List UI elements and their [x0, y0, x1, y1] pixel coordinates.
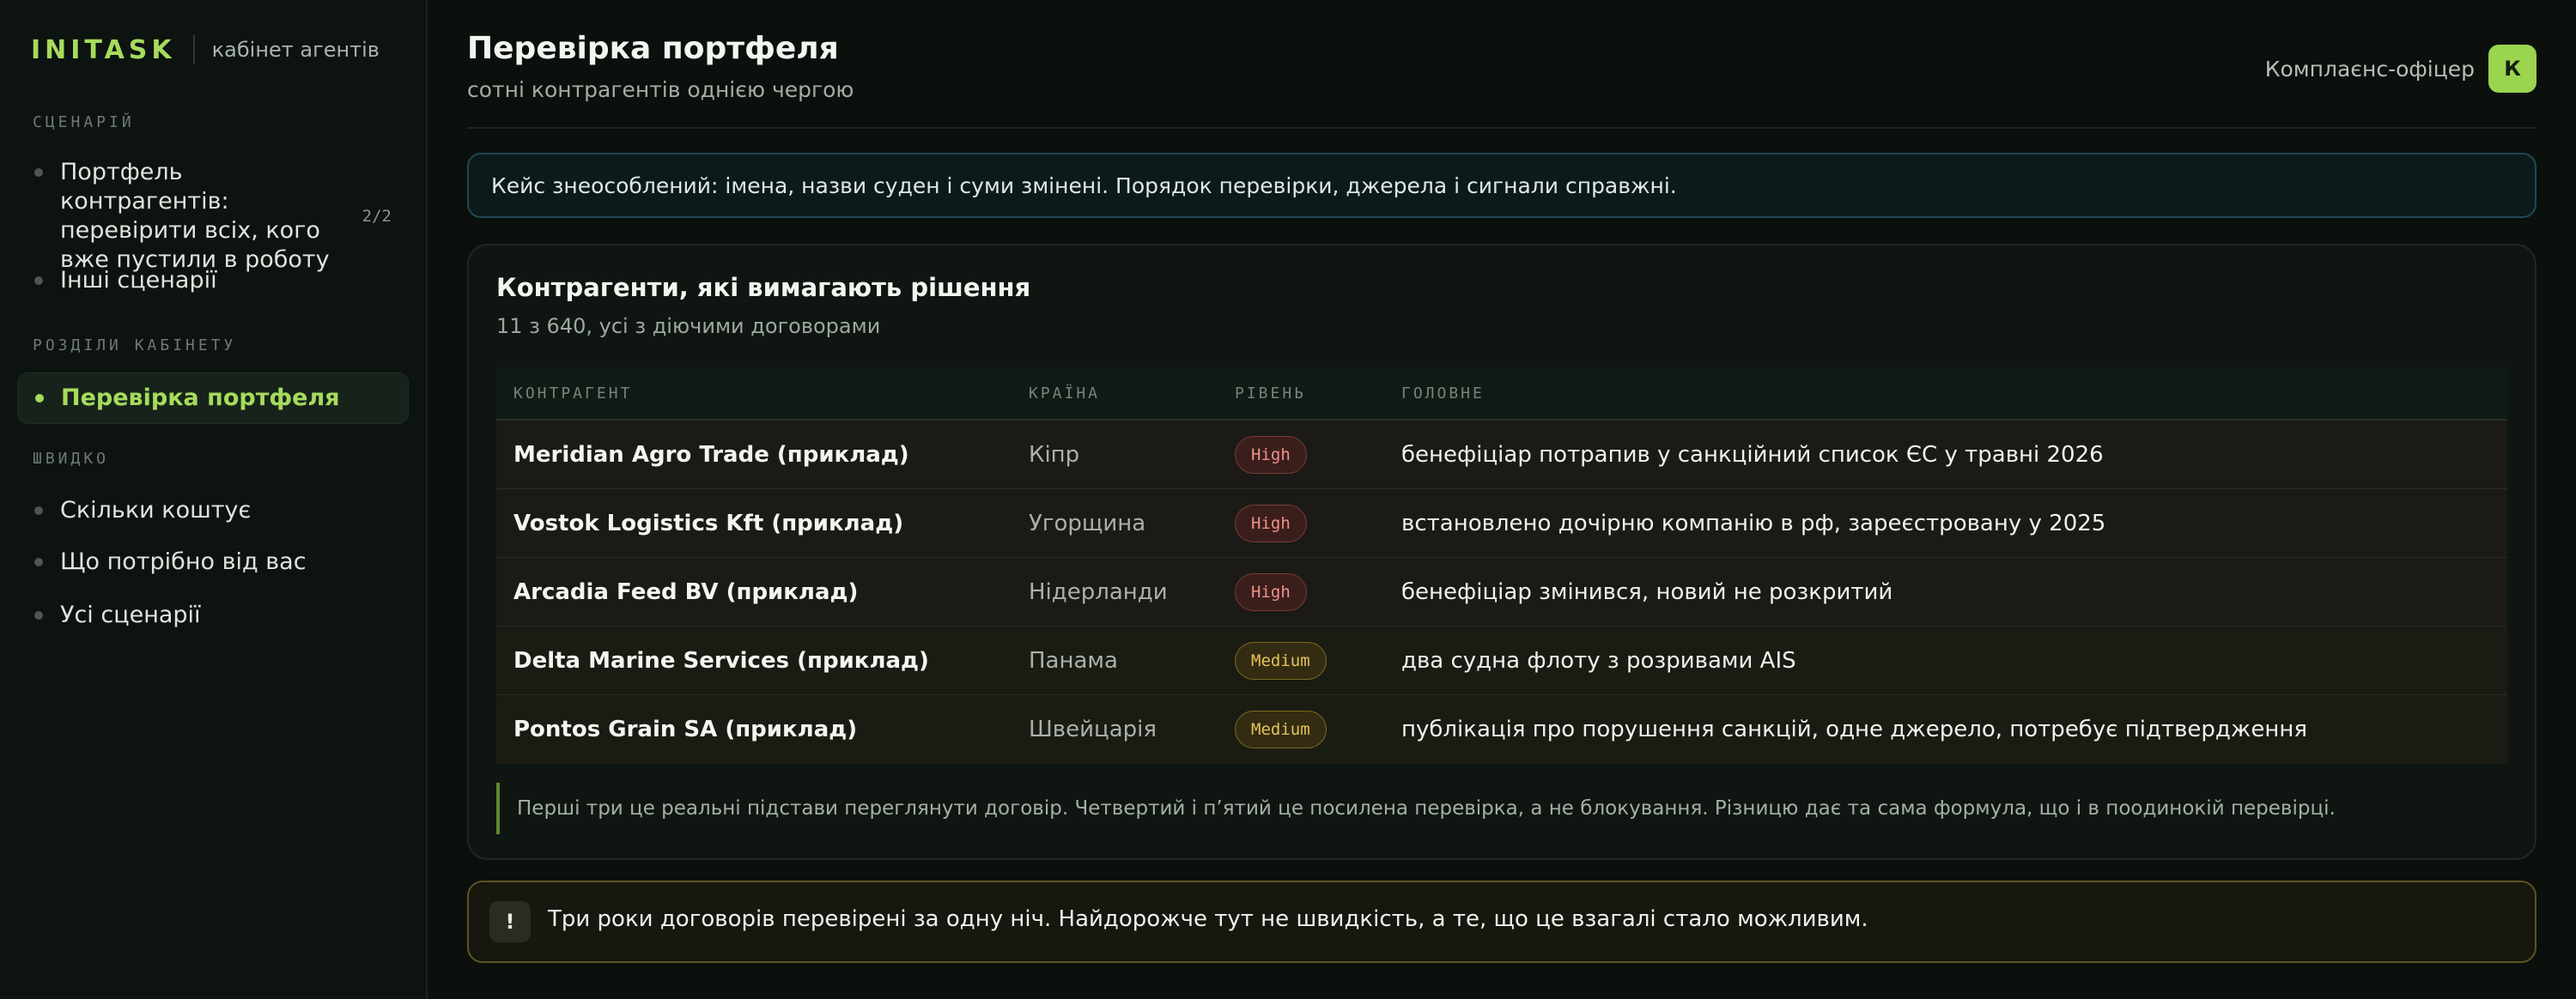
counterparty-main-signal: публікація про порушення санкцій, одне д… [1401, 717, 2307, 742]
sidebar-item-label: Скільки коштує [60, 497, 252, 524]
counterparty-main-signal: два судна флоту з розривами AIS [1401, 647, 1796, 674]
table-row[interactable]: Arcadia Feed BV (приклад) Нідерланди Hig… [496, 558, 2507, 627]
summary-alert: ! Три роки договорів перевірені за одну … [467, 881, 2537, 963]
counterparty-main-signal: встановлено дочірню компанію в рф, зареє… [1401, 510, 2106, 536]
counterparties-card: Контрагенти, які вимагають рішення 11 з … [467, 244, 2537, 860]
table-row[interactable]: Pontos Grain SA (приклад) Швейцарія Medi… [496, 695, 2507, 764]
counterparty-country: Угорщина [1029, 510, 1146, 536]
user-role[interactable]: Комплаєнс-офіцер [2265, 57, 2475, 82]
bullet-icon [34, 506, 43, 515]
bullet-icon [34, 276, 43, 285]
counterparty-country: Панама [1029, 647, 1118, 674]
counterparty-main-signal: бенефіціар змінився, новий не розкритий [1401, 578, 1893, 605]
level-cell: Medium [1235, 711, 1401, 748]
brand-subtitle: кабінет агентів [211, 38, 380, 62]
anonymization-notice: Кейс знеособлений: імена, назви суден і … [467, 153, 2537, 218]
brand[interactable]: INITASK кабінет агентів [31, 33, 380, 67]
counterparty-name: Vostok Logistics Kft (приклад) [513, 510, 904, 536]
level-cell: High [1235, 572, 1401, 611]
level-cell: High [1235, 435, 1401, 474]
table-header: КОНТРАГЕНТ КРАЇНА РІВЕНЬ ГОЛОВНЕ [496, 367, 2507, 421]
sidebar-item-pricing[interactable]: Скільки коштує [17, 496, 409, 525]
sidebar-item-portfolio-scenario[interactable]: Портфель контрагентів: перевірити всіх, … [17, 158, 409, 275]
section-label-scenarios: СЦЕНАРІЙ [33, 113, 135, 131]
counterparty-name: Meridian Agro Trade (приклад) [513, 441, 909, 468]
sidebar-item-all-scenarios[interactable]: Усі сценарії [17, 601, 409, 630]
alert-text: Три роки договорів перевірені за одну ні… [548, 906, 1868, 932]
bullet-icon [34, 558, 43, 566]
level-badge: Medium [1235, 711, 1327, 748]
section-label-quick: ШВИДКО [33, 450, 110, 468]
page-title: Перевірка портфеля [467, 31, 839, 66]
card-subtitle: 11 з 640, усі з діючими договорами [496, 314, 881, 338]
table-row[interactable]: Vostok Logistics Kft (приклад) Угорщина … [496, 489, 2507, 558]
counterparty-name: Arcadia Feed BV (приклад) [513, 578, 859, 605]
level-badge: High [1235, 572, 1307, 611]
avatar[interactable]: К [2488, 45, 2537, 93]
level-cell: Medium [1235, 641, 1401, 680]
table-row[interactable]: Delta Marine Services (приклад) Панама M… [496, 627, 2507, 695]
card-title: Контрагенти, які вимагають рішення [496, 273, 1031, 302]
sidebar: INITASK кабінет агентів СЦЕНАРІЙ Портфел… [0, 0, 428, 999]
table-row[interactable]: Meridian Agro Trade (приклад) Кіпр High … [496, 421, 2507, 489]
sidebar-item-label: Портфель контрагентів: перевірити всіх, … [60, 159, 330, 273]
main-content: Перевірка портфеля сотні контрагентів од… [428, 0, 2576, 999]
sidebar-item-other-scenarios[interactable]: Інші сценарії [17, 266, 409, 295]
exclamation-icon: ! [489, 901, 531, 942]
level-badge: High [1235, 504, 1307, 542]
counterparty-name: Pontos Grain SA (приклад) [513, 717, 858, 742]
sidebar-item-requirements[interactable]: Що потрібно від вас [17, 548, 409, 577]
column-header-country: КРАЇНА [1029, 384, 1101, 403]
counterparty-country: Нідерланди [1029, 578, 1168, 605]
bullet-icon [34, 168, 43, 177]
table-note: Перші три це реальні підстави переглянут… [496, 783, 2507, 834]
column-header-counterparty: КОНТРАГЕНТ [513, 384, 633, 403]
counterparties-table: КОНТРАГЕНТ КРАЇНА РІВЕНЬ ГОЛОВНЕ Meridia… [496, 367, 2507, 764]
counterparty-name: Delta Marine Services (приклад) [513, 647, 929, 674]
counterparty-country: Кіпр [1029, 441, 1080, 468]
bullet-icon [35, 394, 44, 403]
sidebar-item-label: Інші сценарії [60, 267, 217, 294]
brand-logo: INITASK [31, 34, 176, 65]
section-label-sections: РОЗДІЛИ КАБІНЕТУ [33, 336, 237, 354]
sidebar-item-portfolio-check[interactable]: Перевірка портфеля [17, 372, 409, 424]
sidebar-item-label: Що потрібно від вас [60, 548, 307, 575]
column-header-main: ГОЛОВНЕ [1401, 384, 1485, 403]
level-cell: High [1235, 504, 1401, 542]
column-header-level: РІВЕНЬ [1235, 384, 1307, 403]
level-badge: High [1235, 435, 1307, 474]
scenario-step-count: 2/2 [361, 207, 392, 226]
sidebar-item-label: Перевірка портфеля [61, 384, 340, 411]
bullet-icon [34, 611, 43, 620]
level-badge: Medium [1235, 641, 1327, 680]
page-subtitle: сотні контрагентів однією чергою [467, 77, 854, 102]
counterparty-country: Швейцарія [1029, 717, 1157, 742]
sidebar-item-label: Усі сценарії [60, 602, 201, 628]
header-divider [467, 127, 2537, 129]
counterparty-main-signal: бенефіціар потрапив у санкційний список … [1401, 441, 2104, 468]
brand-divider [192, 35, 195, 64]
